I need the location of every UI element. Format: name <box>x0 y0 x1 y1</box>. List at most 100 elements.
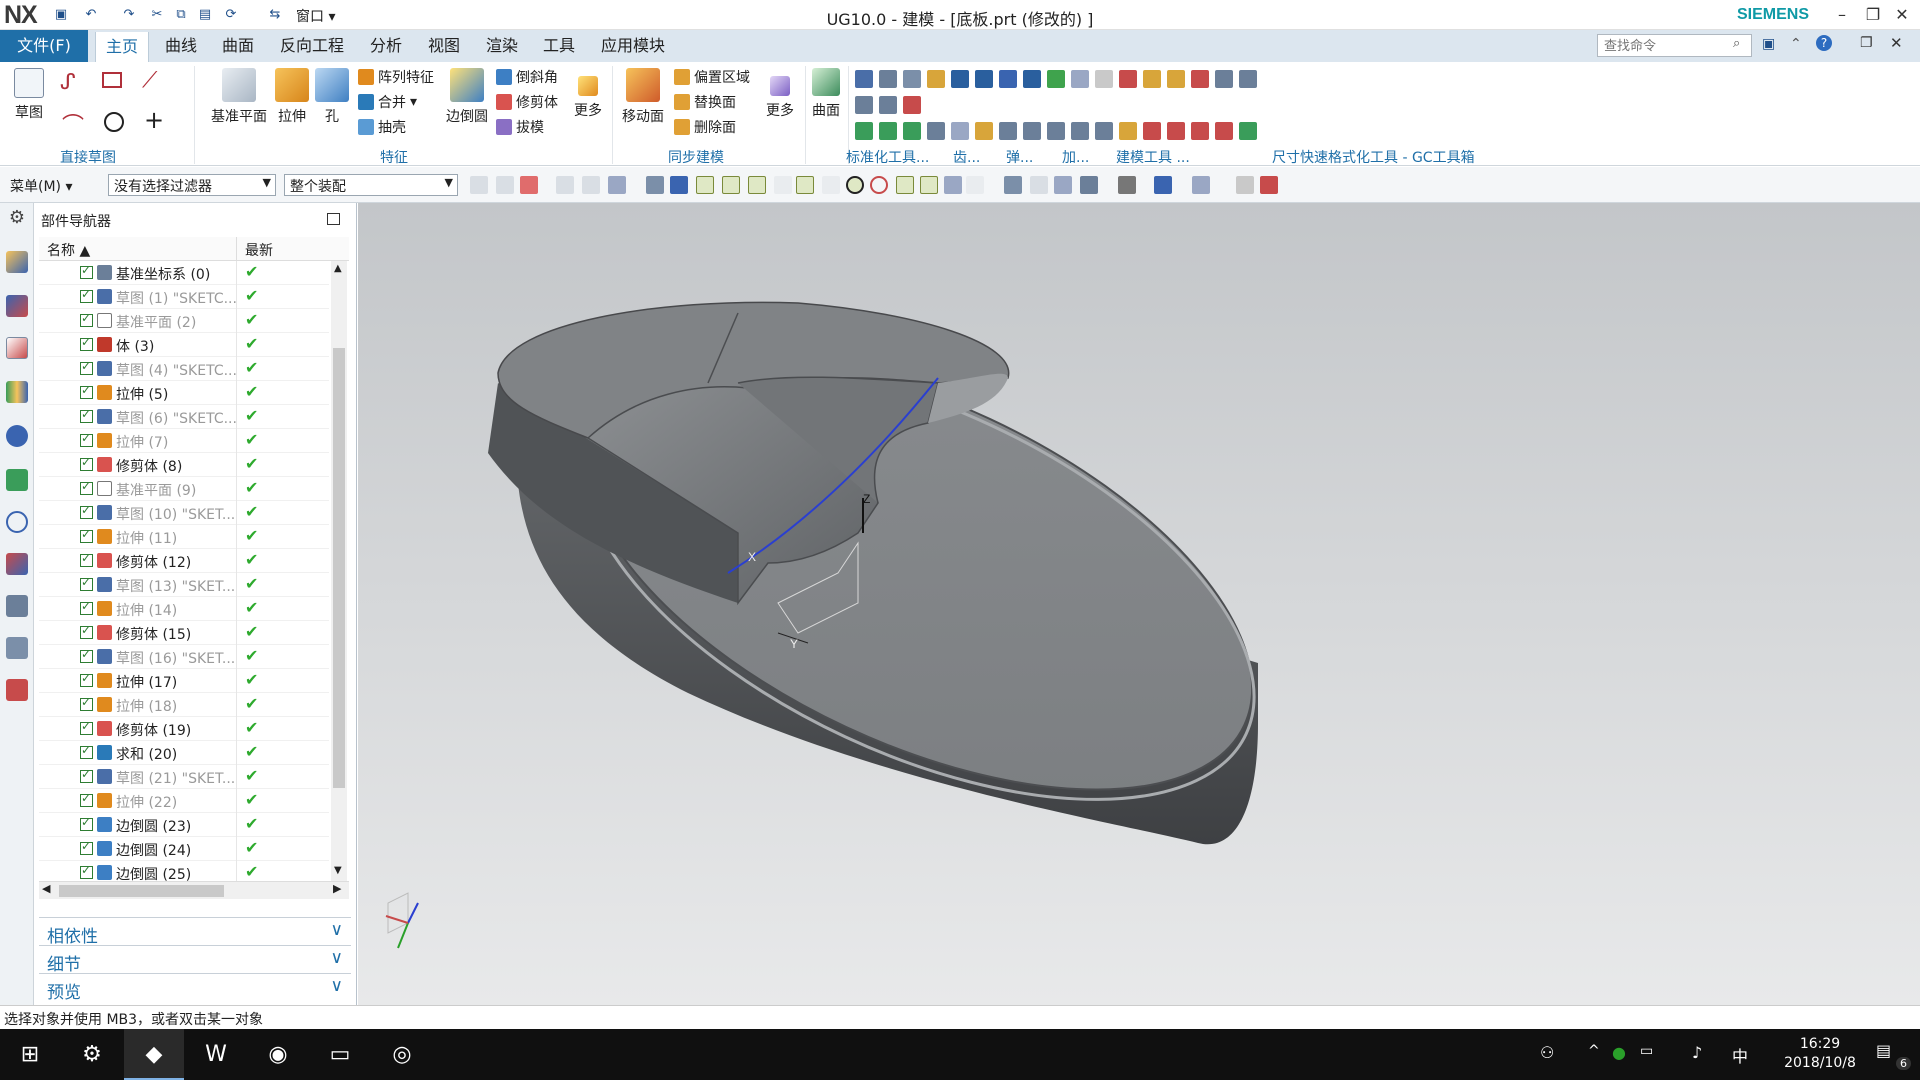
delete-face-button[interactable]: 删除面 <box>674 116 736 138</box>
roles-icon[interactable] <box>6 679 28 701</box>
tree-row[interactable]: 求和 (20) ✔ <box>39 741 329 765</box>
sheet-icon[interactable] <box>1167 70 1185 88</box>
tree-row[interactable]: 草图 (1) "SKETC... ✔ <box>39 285 329 309</box>
visibility-checkbox[interactable] <box>80 599 93 615</box>
close-button[interactable]: ✕ <box>1884 2 1920 28</box>
tree-row[interactable]: 拉伸 (14) ✔ <box>39 597 329 621</box>
snap-point-icon[interactable] <box>696 176 714 194</box>
wechat-icon[interactable]: ◎ <box>372 1029 432 1080</box>
action-center-icon[interactable]: ▤ <box>1876 1041 1891 1060</box>
tab-tools[interactable]: 工具 <box>533 30 585 62</box>
section-preview[interactable]: 预览 ∨ <box>39 973 351 1003</box>
tree-row[interactable]: 基准坐标系 (0) ✔ <box>39 261 329 285</box>
visibility-checkbox[interactable] <box>80 287 93 303</box>
process-studio-icon[interactable] <box>6 595 28 617</box>
bolt-icon[interactable] <box>879 122 897 140</box>
visibility-checkbox[interactable] <box>80 335 93 351</box>
angle-icon[interactable] <box>1215 122 1233 140</box>
window-menu[interactable]: 窗口 ▾ <box>296 6 335 26</box>
tree-row[interactable]: 草图 (13) "SKET... ✔ <box>39 573 329 597</box>
tree-row[interactable]: 基准平面 (2) ✔ <box>39 309 329 333</box>
tree-row[interactable]: 草图 (16) "SKET... ✔ <box>39 645 329 669</box>
work-layer-icon[interactable] <box>1236 176 1254 194</box>
touch-mode-icon[interactable]: ⇆ <box>266 6 284 24</box>
frame-icon[interactable] <box>927 122 945 140</box>
arc-center-icon[interactable] <box>846 176 864 194</box>
deselect-icon[interactable] <box>582 176 600 194</box>
people-icon[interactable]: ⚇ <box>1540 1043 1554 1062</box>
visibility-checkbox[interactable] <box>80 719 93 735</box>
tree-row[interactable]: 边倒圆 (25) ✔ <box>39 861 329 881</box>
select-icon[interactable] <box>520 176 538 194</box>
strike-icon[interactable] <box>999 122 1017 140</box>
line-icon[interactable]: ⟋ <box>142 68 157 93</box>
tol-100-icon[interactable] <box>1215 70 1233 88</box>
datum-plane-button[interactable]: 基准平面 <box>206 68 272 126</box>
settings-icon[interactable]: ⚙ <box>62 1029 122 1080</box>
file-explorer-icon[interactable]: ▭ <box>310 1029 370 1080</box>
ime-indicator[interactable]: 中 <box>1732 1043 1748 1067</box>
select-all-icon[interactable] <box>556 176 574 194</box>
tree-row[interactable]: 草图 (21) "SKET... ✔ <box>39 765 329 789</box>
tree-row[interactable]: 拉伸 (5) ✔ <box>39 381 329 405</box>
visibility-checkbox[interactable] <box>80 791 93 807</box>
coin-icon[interactable] <box>975 122 993 140</box>
visibility-checkbox[interactable] <box>80 623 93 639</box>
perpendicular-icon[interactable] <box>822 176 840 194</box>
tree-row[interactable]: 修剪体 (19) ✔ <box>39 717 329 741</box>
visibility-checkbox[interactable] <box>80 359 93 375</box>
rectangle-icon[interactable] <box>102 72 122 88</box>
dimension-icon[interactable] <box>1143 122 1161 140</box>
view-triad[interactable] <box>385 892 419 949</box>
history-icon[interactable] <box>6 511 28 533</box>
repeat-command-icon[interactable]: ⟳ <box>222 6 240 24</box>
redo-icon[interactable]: ↷ <box>120 6 138 24</box>
cylinder-icon[interactable] <box>999 70 1017 88</box>
chamfer-button[interactable]: 倒斜角 <box>496 66 558 88</box>
assembly-icon[interactable] <box>855 122 873 140</box>
diameter-icon[interactable] <box>1191 122 1209 140</box>
show-hide-icon[interactable] <box>1192 176 1210 194</box>
shell-button[interactable]: 抽壳 <box>358 116 406 138</box>
web-browser-icon[interactable] <box>6 469 28 491</box>
fit-icon[interactable] <box>1004 176 1022 194</box>
rotate-icon[interactable] <box>1054 176 1072 194</box>
draft-button[interactable]: 拔模 <box>496 116 544 138</box>
help-icon[interactable]: ? <box>1816 35 1832 51</box>
visibility-checkbox[interactable] <box>80 431 93 447</box>
visibility-checkbox[interactable] <box>80 647 93 663</box>
gear-icon[interactable]: ⚙ <box>6 207 28 229</box>
nut-icon[interactable] <box>903 122 921 140</box>
dim-style-icon[interactable] <box>1191 70 1209 88</box>
vertical-scroll-thumb[interactable] <box>333 348 345 788</box>
point-on-curve-icon[interactable] <box>920 176 938 194</box>
tree-row[interactable]: 修剪体 (15) ✔ <box>39 621 329 645</box>
sketch-button[interactable]: 草图 <box>8 68 50 122</box>
tree-row[interactable]: 草图 (4) "SKETC... ✔ <box>39 357 329 381</box>
copy-icon[interactable]: ⧉ <box>172 6 190 24</box>
tree-row[interactable]: 草图 (10) "SKET... ✔ <box>39 501 329 525</box>
tree-row[interactable]: 体 (3) ✔ <box>39 333 329 357</box>
tol-102-icon[interactable] <box>855 96 873 114</box>
tree-row[interactable]: 修剪体 (8) ✔ <box>39 453 329 477</box>
flag-icon[interactable] <box>1047 122 1065 140</box>
visibility-checkbox[interactable] <box>80 479 93 495</box>
doc-close-icon[interactable]: ✕ <box>1890 34 1903 52</box>
scroll-left-icon[interactable]: ◀ <box>42 882 50 895</box>
visibility-checkbox[interactable] <box>80 815 93 831</box>
reuse-library-icon[interactable] <box>6 381 28 403</box>
renumber-icon[interactable] <box>1119 122 1137 140</box>
snapshot-icon[interactable] <box>1260 176 1278 194</box>
snap2-icon[interactable] <box>496 176 514 194</box>
tab-reverse-engineering[interactable]: 反向工程 <box>270 30 354 62</box>
cut-icon[interactable]: ✂ <box>148 6 166 24</box>
visibility-checkbox[interactable] <box>80 551 93 567</box>
render-style-icon[interactable] <box>1118 176 1136 194</box>
visibility-checkbox[interactable] <box>80 695 93 711</box>
paste-icon[interactable]: ▤ <box>196 6 214 24</box>
surface-button[interactable]: 曲面 <box>806 68 846 120</box>
tree-row[interactable]: 基准平面 (9) ✔ <box>39 477 329 501</box>
tree-row[interactable]: 草图 (6) "SKETC... ✔ <box>39 405 329 429</box>
visibility-checkbox[interactable] <box>80 311 93 327</box>
assembly-navigator-icon[interactable] <box>6 251 28 273</box>
